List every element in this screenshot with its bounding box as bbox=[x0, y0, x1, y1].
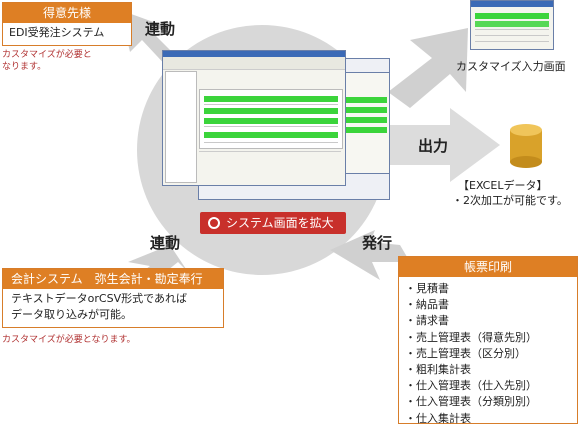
custom-screen-row bbox=[475, 21, 549, 27]
list-item: ・売上管理表（得意先別） bbox=[405, 330, 537, 344]
customer-system-name: EDI受発注システム bbox=[9, 26, 105, 39]
list-item: ・売上管理表（区分別） bbox=[405, 346, 526, 360]
grid-row bbox=[204, 132, 338, 138]
custom-screen-caption: カスタマイズ入力画面 bbox=[456, 60, 566, 73]
system-tree-pane bbox=[165, 71, 197, 183]
custom-screen-row bbox=[475, 29, 549, 30]
grid-row bbox=[204, 104, 338, 105]
side-row bbox=[343, 107, 387, 113]
accounting-panel: 会計システム 弥生会計・勘定奉行 テキストデータorCSV形式であれば データ取… bbox=[2, 268, 224, 328]
system-screenshot-main[interactable] bbox=[162, 50, 346, 186]
grid-row bbox=[204, 142, 338, 143]
customer-note-line2: なります。 bbox=[2, 62, 47, 72]
grid-row bbox=[204, 118, 338, 124]
customer-panel: 得意先様 EDI受発注システム bbox=[2, 2, 132, 46]
accounting-header: 会計システム 弥生会計・勘定奉行 bbox=[3, 269, 223, 289]
forms-panel: 帳票印刷 ・見積書 ・納品書 ・請求書 ・売上管理表（得意先別） ・売上管理表（… bbox=[398, 256, 578, 427]
excel-database-icon bbox=[510, 124, 542, 168]
side-row bbox=[343, 97, 387, 103]
system-screenshot-side bbox=[340, 72, 390, 174]
enlarge-screen-button[interactable]: システム画面を拡大 bbox=[200, 212, 346, 234]
label-rendo-top: 連動 bbox=[145, 20, 176, 38]
custom-screen-row bbox=[475, 35, 549, 36]
list-item: ・仕入集計表 bbox=[405, 411, 471, 425]
customer-note-line1: カスタマイズが必要と bbox=[2, 50, 92, 60]
custom-screen-row bbox=[475, 13, 549, 19]
list-item: ・粗利集計表 bbox=[405, 363, 471, 377]
list-item: ・仕入管理表（分類別別） bbox=[405, 395, 537, 409]
custom-screen-titlebar bbox=[471, 1, 553, 7]
magnifier-icon bbox=[208, 217, 220, 229]
system-toolbar bbox=[163, 57, 345, 70]
label-rendo-bottom: 連動 bbox=[150, 234, 181, 252]
excel-title: 【EXCELデータ】 bbox=[458, 179, 548, 192]
forms-header: 帳票印刷 bbox=[399, 257, 577, 277]
excel-desc: ・2次加工が可能です。 bbox=[452, 194, 568, 207]
enlarge-button-label: システム画面を拡大 bbox=[226, 216, 334, 230]
label-output: 出力 bbox=[418, 137, 449, 155]
accounting-desc-line2: データ取り込みが可能。 bbox=[11, 308, 132, 321]
system-footer-fields bbox=[199, 151, 341, 162]
grid-row bbox=[204, 108, 338, 114]
list-item: ・請求書 bbox=[405, 314, 449, 328]
list-item: ・納品書 bbox=[405, 298, 449, 312]
accounting-note: カスタマイズが必要となります。 bbox=[2, 335, 136, 345]
forms-list: ・見積書 ・納品書 ・請求書 ・売上管理表（得意先別） ・売上管理表（区分別） … bbox=[399, 277, 577, 427]
custom-screen-row bbox=[475, 41, 549, 42]
custom-screen-thumbnail[interactable] bbox=[470, 0, 554, 50]
list-item: ・仕入管理表（仕入先別） bbox=[405, 379, 537, 393]
grid-row bbox=[204, 126, 338, 127]
customer-header: 得意先様 bbox=[3, 3, 131, 23]
accounting-desc: テキストデータorCSV形式であれば データ取り込みが可能。 bbox=[3, 289, 223, 325]
side-row bbox=[343, 127, 387, 133]
side-row bbox=[343, 117, 387, 123]
label-issue: 発行 bbox=[362, 234, 393, 252]
system-grid bbox=[199, 89, 343, 149]
customer-note: カスタマイズが必要と なります。 bbox=[2, 49, 132, 73]
excel-info: 【EXCELデータ】 ・2次加工が可能です。 bbox=[452, 178, 568, 208]
grid-row bbox=[204, 96, 338, 102]
accounting-desc-line1: テキストデータorCSV形式であれば bbox=[11, 292, 187, 305]
list-item: ・見積書 bbox=[405, 282, 449, 295]
